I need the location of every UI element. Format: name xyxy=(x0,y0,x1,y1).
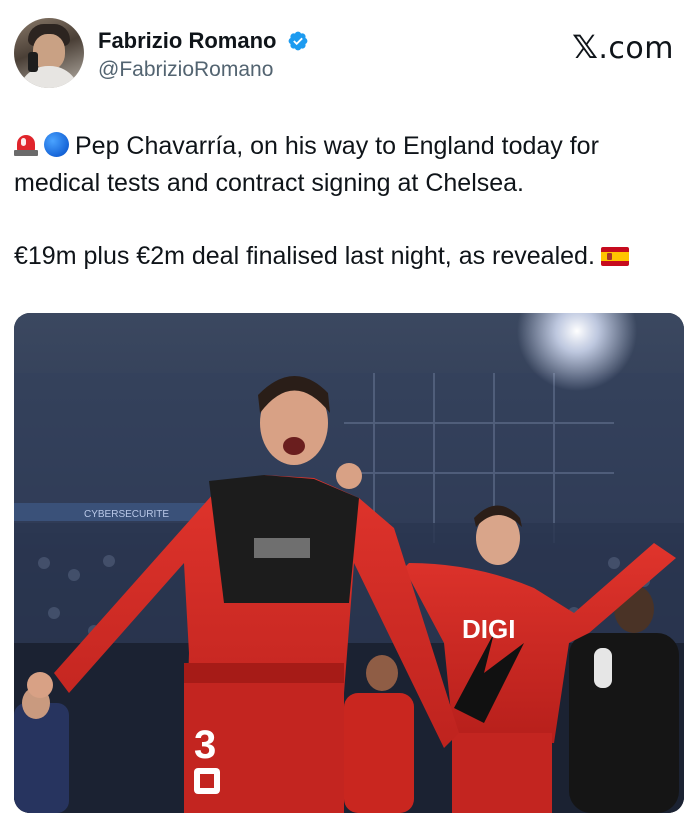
tweet-paragraph-1-text: Pep Chavarría, on his way to England tod… xyxy=(14,132,599,197)
tweet-card: Fabrizio Romano @FabrizioRomano 𝕏.com Pe… xyxy=(0,0,698,800)
spain-flag-icon xyxy=(601,247,629,266)
verified-badge-icon xyxy=(287,30,309,52)
tweet-paragraph-1: Pep Chavarría, on his way to England tod… xyxy=(14,128,684,202)
shirt-sponsor-text: DIGI xyxy=(462,614,515,644)
author-display-name[interactable]: Fabrizio Romano xyxy=(98,28,276,54)
match-celebration-photo: CYBERSECURITE DIGI xyxy=(14,313,684,813)
tweet-body: Pep Chavarría, on his way to England tod… xyxy=(14,128,684,275)
author-handle[interactable]: @FabrizioRomano xyxy=(98,56,309,84)
avatar[interactable] xyxy=(14,18,84,88)
police-car-light-icon xyxy=(14,131,38,157)
tweet-header: Fabrizio Romano @FabrizioRomano 𝕏.com xyxy=(14,18,684,92)
shirt-number-text: 3 xyxy=(194,723,216,767)
avatar-phone xyxy=(28,52,38,72)
blue-circle-icon xyxy=(44,132,69,157)
x-logo-icon: 𝕏 xyxy=(572,28,598,66)
tweet-paragraph-2-text: €19m plus €2m deal finalised last night,… xyxy=(14,242,595,270)
banner-text: CYBERSECURITE xyxy=(84,509,169,520)
author-block: Fabrizio Romano @FabrizioRomano xyxy=(98,28,309,84)
tweet-photo[interactable]: CYBERSECURITE DIGI xyxy=(14,313,684,813)
brand-label: .com xyxy=(598,31,674,66)
x-brand[interactable]: 𝕏.com xyxy=(572,30,674,66)
tweet-paragraph-2: €19m plus €2m deal finalised last night,… xyxy=(14,238,684,275)
